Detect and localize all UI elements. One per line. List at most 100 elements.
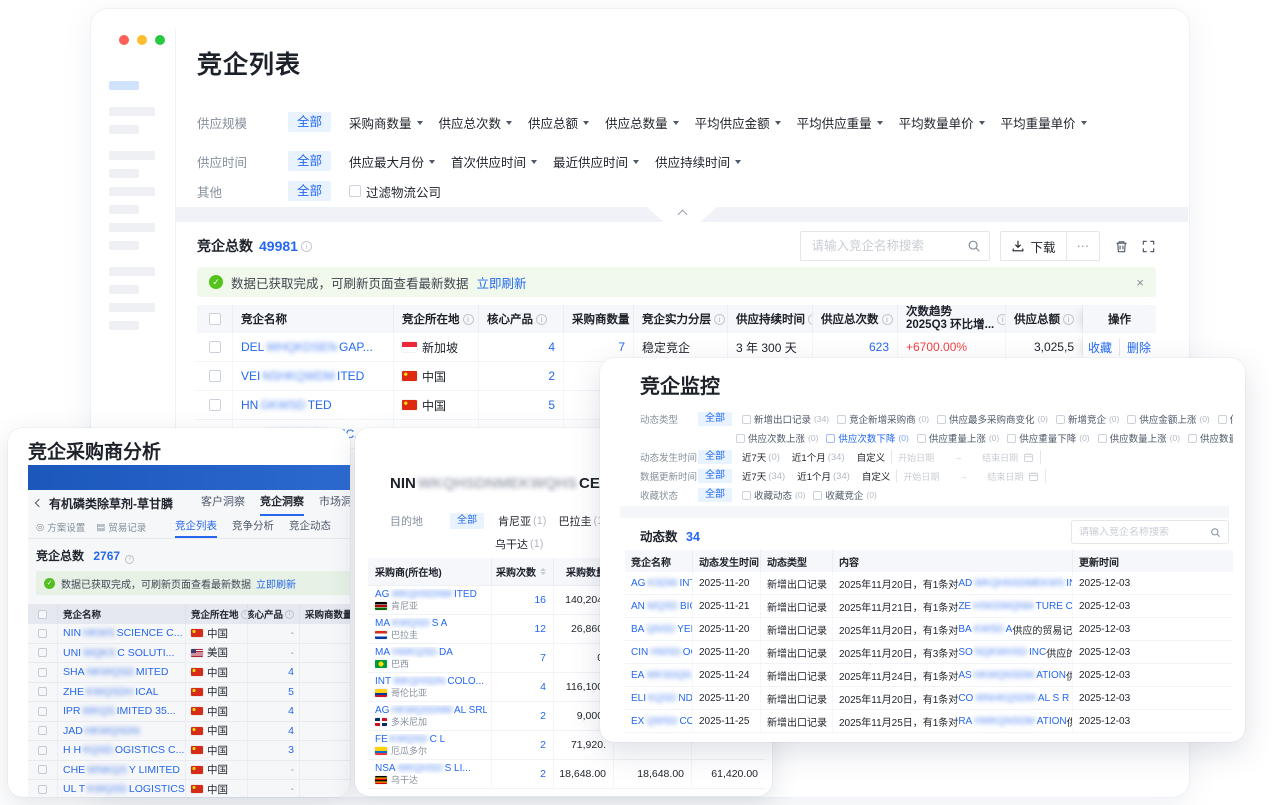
type-option-checkbox[interactable]: 新增竞企(0): [1056, 412, 1119, 426]
info-icon[interactable]: [536, 314, 547, 325]
core-product-cell[interactable]: 2: [479, 362, 564, 390]
filter-dropdown[interactable]: 供应持续时间: [655, 152, 741, 171]
filter-all-chip[interactable]: 全部: [698, 488, 732, 502]
destination-option[interactable]: 乌干达(1): [495, 536, 543, 552]
checkbox-icon[interactable]: [38, 746, 47, 755]
favorite-option-checkbox[interactable]: 收藏竞企(0): [813, 488, 876, 502]
time-option[interactable]: 近7天(0): [742, 450, 780, 464]
target-name-visible[interactable]: TURE COR: [1036, 601, 1073, 612]
competitor-name-link[interactable]: EXQWSDCO...: [631, 716, 693, 727]
competitor-name-link[interactable]: CINHWSDOGIS...: [631, 647, 693, 658]
close-window-icon[interactable]: [119, 35, 129, 45]
checkbox-icon[interactable]: [38, 629, 47, 638]
target-name-visible[interactable]: INES: [1066, 578, 1073, 589]
competitor-name-link[interactable]: HNGKWSDTED: [241, 398, 332, 412]
competitor-name-link[interactable]: BAQNSDYER ...: [631, 624, 693, 635]
favorite-link[interactable]: 收藏: [1088, 339, 1112, 356]
buyer-name-link[interactable]: MAHWKQSDDA: [375, 647, 453, 658]
purchase-times-cell[interactable]: 12: [492, 615, 554, 643]
times-link[interactable]: 2: [540, 768, 546, 780]
buyer-name-link[interactable]: INTWKQHSDNCOLO...: [375, 676, 484, 687]
custom-range-label[interactable]: 自定义: [862, 469, 891, 483]
total-times-cell[interactable]: 623: [813, 333, 898, 361]
competitor-name-link[interactable]: JADHKWQSDN: [63, 725, 142, 737]
type-option-checkbox[interactable]: 供应金额上涨(0): [1127, 412, 1209, 426]
custom-range-label[interactable]: 自定义: [857, 450, 886, 464]
purchase-times-cell[interactable]: 16: [492, 586, 554, 614]
back-icon[interactable]: [35, 499, 43, 507]
filter-all-chip[interactable]: 全部: [288, 112, 331, 133]
filter-all-chip[interactable]: 全部: [288, 151, 331, 172]
info-icon[interactable]: [714, 314, 725, 325]
time-option[interactable]: 近7天(34): [742, 469, 785, 483]
target-name-visible[interactable]: AL S R L: [1038, 693, 1073, 704]
target-name-visible[interactable]: ATION: [1036, 670, 1066, 681]
filter-dropdown[interactable]: 平均供应重量: [797, 113, 883, 132]
scheme-settings-button[interactable]: ◎方案设置: [36, 520, 85, 534]
favorite-option-checkbox[interactable]: 收藏动态(0): [742, 488, 805, 502]
destination-option[interactable]: 肯尼亚(1): [498, 513, 546, 529]
filter-all-chip[interactable]: 全部: [698, 412, 732, 426]
purchase-times-cell[interactable]: 2: [492, 731, 554, 759]
checkbox-icon[interactable]: [38, 765, 47, 774]
competitor-name-link[interactable]: UNIWQKSC SOLUTI...: [63, 647, 174, 659]
buyer-name-link[interactable]: AGHKWQSDNMAL SRL: [375, 705, 487, 716]
core-product-cell[interactable]: -: [248, 644, 300, 663]
type-option-checkbox[interactable]: 供应重量上涨(0): [917, 431, 999, 445]
time-option[interactable]: 近1个月(34): [797, 469, 850, 483]
competitor-name-link[interactable]: ELIKQSDNDU...: [631, 693, 693, 704]
checkbox-icon[interactable]: [38, 668, 47, 677]
info-icon[interactable]: [285, 610, 294, 619]
times-link[interactable]: 12: [534, 623, 546, 635]
filter-dropdown[interactable]: 平均数量单价: [899, 113, 985, 132]
purchase-times-cell[interactable]: 2: [492, 702, 554, 730]
search-input[interactable]: [1079, 527, 1210, 538]
core-product-cell[interactable]: 5: [248, 683, 300, 702]
checkbox-icon[interactable]: [209, 399, 221, 411]
calendar-icon[interactable]: [1023, 452, 1034, 463]
buyer-name-link[interactable]: MAKWQSDS A: [375, 618, 447, 629]
checkbox-icon[interactable]: [38, 610, 47, 619]
times-link[interactable]: 4: [540, 681, 546, 693]
purchase-times-cell[interactable]: 2: [492, 760, 554, 788]
more-button[interactable]: ···: [1066, 232, 1100, 260]
core-product-cell[interactable]: 4: [479, 333, 564, 361]
target-name-visible[interactable]: CO: [958, 693, 973, 704]
competitor-name-link[interactable]: CHEWNKQSY LIMITED: [63, 764, 180, 776]
competitor-name-link[interactable]: UL TKWQSDLOGISTICS ...: [63, 783, 186, 795]
download-button[interactable]: 下载: [1001, 232, 1065, 260]
competitor-name-link[interactable]: ANWQSDBIO...: [631, 601, 693, 612]
mini-tab[interactable]: 竞企洞察: [260, 490, 304, 516]
target-name-visible[interactable]: ZE: [958, 601, 971, 612]
time-option[interactable]: 近1个月(34): [792, 450, 845, 464]
competitor-name-link[interactable]: EAWKSDQNO: [631, 670, 693, 681]
buyer-name-link[interactable]: FEKWQSDC L: [375, 734, 445, 745]
filter-all-chip[interactable]: 全部: [698, 450, 732, 464]
competitor-search[interactable]: [800, 231, 990, 261]
filter-all-chip[interactable]: 全部: [450, 513, 484, 529]
target-name-visible[interactable]: A: [1006, 624, 1013, 635]
type-option-checkbox[interactable]: 供应数量上涨(0): [1098, 431, 1180, 445]
filter-dropdown[interactable]: 供应总额: [528, 113, 589, 132]
checkbox-icon[interactable]: [209, 313, 221, 325]
search-icon[interactable]: [967, 239, 981, 253]
checkbox-icon[interactable]: [209, 341, 221, 353]
checkbox-icon[interactable]: [38, 687, 47, 696]
type-option-checkbox[interactable]: 供应重量下降(0): [1007, 431, 1089, 445]
sidebar-skeleton-bar-active[interactable]: [109, 81, 139, 90]
checkbox-icon[interactable]: [38, 726, 47, 735]
times-link[interactable]: 2: [540, 710, 546, 722]
mini-subtab[interactable]: 竞争分析: [232, 516, 274, 538]
target-name-visible[interactable]: INC: [1029, 647, 1046, 658]
times-link[interactable]: 16: [534, 594, 546, 606]
target-name-visible[interactable]: BA: [958, 624, 971, 635]
core-product-cell[interactable]: 5: [479, 391, 564, 419]
info-icon[interactable]: [241, 610, 248, 619]
mini-tab[interactable]: 市场洞察: [319, 490, 350, 516]
alert-close-icon[interactable]: ×: [1136, 275, 1144, 290]
mini-tab[interactable]: 客户洞察: [201, 490, 245, 516]
purchase-times-cell[interactable]: 4: [492, 673, 554, 701]
type-option-checkbox[interactable]: 供应最多采购商变化(0): [937, 412, 1048, 426]
competitor-name-link[interactable]: IPRWKQSIMITED 35...: [63, 705, 176, 717]
type-option-checkbox[interactable]: 供应数量下降(0): [1188, 431, 1233, 445]
